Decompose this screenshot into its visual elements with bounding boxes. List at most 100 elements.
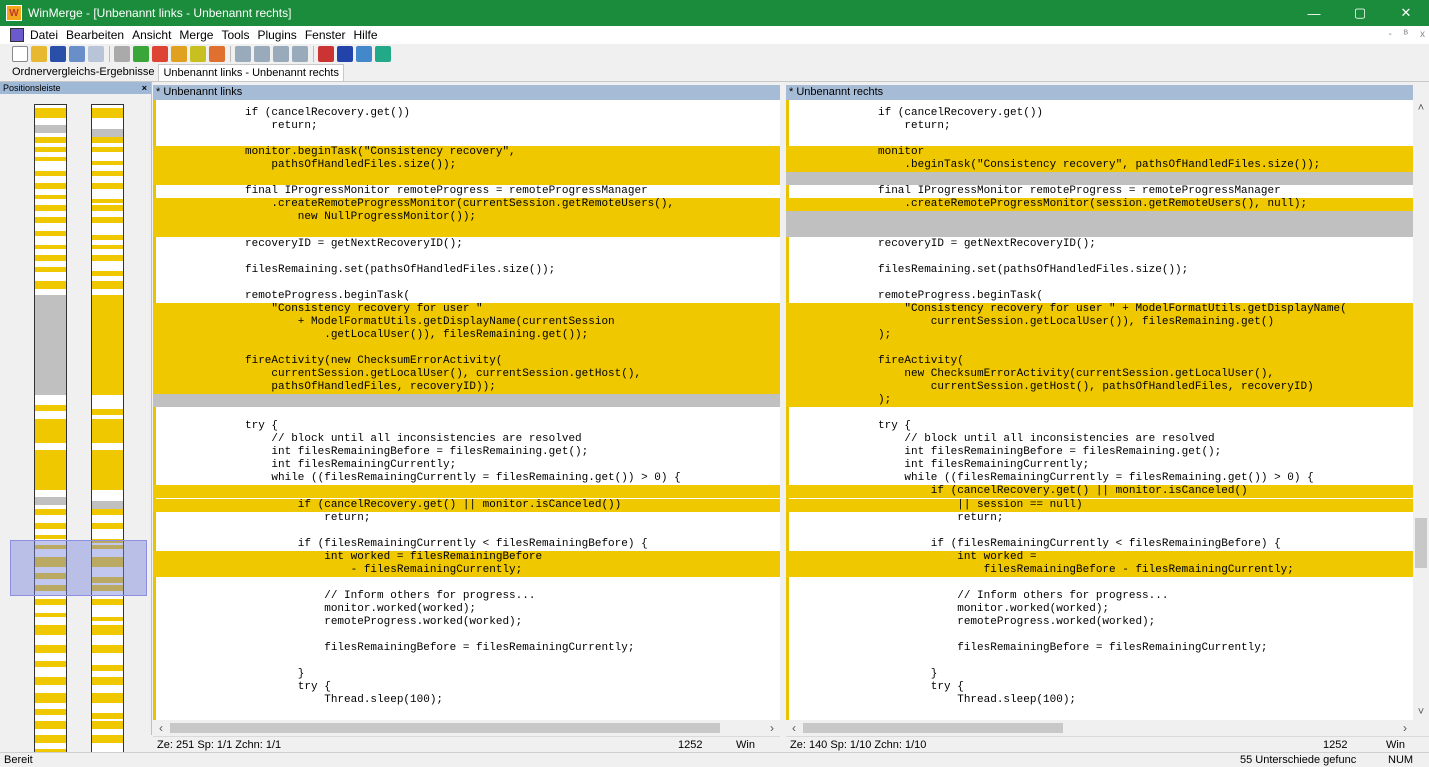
- filter-icon[interactable]: [114, 46, 130, 62]
- code-line[interactable]: if (filesRemainingCurrently < filesRemai…: [786, 538, 1413, 551]
- scroll-left-icon[interactable]: ‹: [153, 720, 169, 736]
- code-line[interactable]: return;: [786, 512, 1413, 525]
- scroll-down-icon[interactable]: ˅: [1413, 704, 1429, 720]
- code-line[interactable]: while ((filesRemainingCurrently = filesR…: [153, 472, 780, 485]
- code-line[interactable]: currentSession.getHost(), pathsOfHandled…: [786, 381, 1413, 395]
- code-line[interactable]: if (cancelRecovery.get()): [786, 107, 1413, 120]
- code-line[interactable]: remoteProgress.beginTask(: [153, 290, 780, 303]
- code-line[interactable]: [153, 577, 780, 590]
- left-horizontal-scrollbar[interactable]: ‹ ›: [153, 720, 780, 736]
- redo-icon[interactable]: [88, 46, 104, 62]
- code-line[interactable]: try {: [153, 420, 780, 433]
- scroll-right-icon[interactable]: ›: [764, 720, 780, 736]
- tab-file-compare[interactable]: Unbenannt links - Unbenannt rechts: [158, 64, 344, 81]
- prev-diff-icon[interactable]: [152, 46, 168, 62]
- code-line[interactable]: remoteProgress.worked(worked);: [786, 616, 1413, 629]
- code-line[interactable]: [786, 655, 1413, 668]
- code-line[interactable]: filesRemainingBefore = filesRemainingCur…: [786, 642, 1413, 655]
- maximize-button[interactable]: ▢: [1337, 0, 1383, 26]
- current-diff-icon[interactable]: [190, 46, 206, 62]
- left-file-pane[interactable]: * Unbenannt links if (cancelRecovery.get…: [153, 85, 780, 720]
- menu-bearbeiten[interactable]: Bearbeiten: [66, 28, 130, 42]
- code-line[interactable]: if (cancelRecovery.get() || monitor.isCa…: [153, 498, 780, 512]
- right-file-pane[interactable]: * Unbenannt rechts if (cancelRecovery.ge…: [786, 85, 1413, 720]
- code-line[interactable]: [153, 133, 780, 146]
- menu-plugins[interactable]: Plugins: [257, 28, 302, 42]
- code-line[interactable]: [153, 277, 780, 290]
- code-line[interactable]: [153, 655, 780, 668]
- code-line[interactable]: remoteProgress.worked(worked);: [153, 616, 780, 629]
- last-diff-icon[interactable]: [209, 46, 225, 62]
- code-line[interactable]: "Consistency recovery for user ": [153, 302, 780, 316]
- code-line[interactable]: int worked =: [786, 550, 1413, 564]
- left-horizontal-scroll-thumb[interactable]: [170, 723, 720, 733]
- code-line[interactable]: [786, 133, 1413, 146]
- code-line[interactable]: }: [786, 668, 1413, 681]
- code-line[interactable]: .getLocalUser()), filesRemaining.get());: [153, 328, 780, 342]
- menu-hilfe[interactable]: Hilfe: [354, 28, 384, 42]
- code-line[interactable]: [153, 629, 780, 642]
- menu-merge[interactable]: Merge: [179, 28, 219, 42]
- minimize-button[interactable]: —: [1291, 0, 1337, 26]
- code-line[interactable]: monitor.worked(worked);: [786, 603, 1413, 616]
- code-line[interactable]: if (filesRemainingCurrently < filesRemai…: [153, 538, 780, 551]
- code-line[interactable]: try {: [153, 681, 780, 694]
- code-line[interactable]: int filesRemainingBefore = filesRemainin…: [786, 446, 1413, 459]
- location-viewport[interactable]: [10, 540, 147, 596]
- code-line[interactable]: currentSession.getLocalUser(), currentSe…: [153, 368, 780, 382]
- code-line[interactable]: monitor.worked(worked);: [153, 603, 780, 616]
- new-file-icon[interactable]: [12, 46, 28, 62]
- mdi-close-button[interactable]: x: [1420, 26, 1425, 44]
- open-folder-icon[interactable]: [31, 46, 47, 62]
- menu-datei[interactable]: Datei: [30, 28, 64, 42]
- copy-right-icon[interactable]: [235, 46, 251, 62]
- right-horizontal-scrollbar[interactable]: ‹ ›: [786, 720, 1429, 736]
- code-line[interactable]: "Consistency recovery for user " + Model…: [786, 302, 1413, 316]
- code-line[interactable]: .createRemoteProgressMonitor(session.get…: [786, 198, 1413, 212]
- options-icon[interactable]: [318, 46, 334, 62]
- code-line[interactable]: filesRemaining.set(pathsOfHandledFiles.s…: [786, 264, 1413, 277]
- code-line[interactable]: if (cancelRecovery.get()): [153, 107, 780, 120]
- code-line[interactable]: recoveryID = getNextRecoveryID();: [153, 238, 780, 251]
- location-bar-left[interactable]: [34, 104, 67, 767]
- code-line[interactable]: pathsOfHandledFiles, recoveryID));: [153, 381, 780, 395]
- code-line[interactable]: [786, 341, 1413, 355]
- code-line[interactable]: int filesRemainingCurrently;: [786, 459, 1413, 472]
- code-line[interactable]: // block until all inconsistencies are r…: [153, 433, 780, 446]
- code-line[interactable]: [786, 251, 1413, 264]
- code-line[interactable]: filesRemainingBefore = filesRemainingCur…: [153, 642, 780, 655]
- code-line[interactable]: [786, 407, 1413, 420]
- right-pane-body[interactable]: if (cancelRecovery.get()) return; monitor…: [786, 100, 1413, 720]
- code-line[interactable]: [153, 341, 780, 355]
- code-line[interactable]: filesRemaining.set(pathsOfHandledFiles.s…: [153, 264, 780, 277]
- code-line[interactable]: monitor: [786, 146, 1413, 160]
- code-line[interactable]: return;: [153, 120, 780, 133]
- code-line[interactable]: || session == null): [786, 498, 1413, 512]
- code-line[interactable]: filesRemainingBefore - filesRemainingCur…: [786, 563, 1413, 577]
- right-horizontal-scroll-thumb[interactable]: [803, 723, 1063, 733]
- code-line[interactable]: try {: [786, 681, 1413, 694]
- code-line[interactable]: [153, 251, 780, 264]
- mdi-restore-button[interactable]: ᴮ: [1404, 26, 1408, 44]
- tab-folder-compare[interactable]: Ordnervergleichs-Ergebnisse: [8, 64, 158, 81]
- code-line[interactable]: [786, 577, 1413, 590]
- code-line[interactable]: monitor.beginTask("Consistency recovery"…: [153, 146, 780, 160]
- code-line[interactable]: .createRemoteProgressMonitor(currentSess…: [153, 198, 780, 212]
- code-line[interactable]: recoveryID = getNextRecoveryID();: [786, 238, 1413, 251]
- undo-icon[interactable]: [69, 46, 85, 62]
- code-line[interactable]: final IProgressMonitor remoteProgress = …: [153, 185, 780, 198]
- code-line[interactable]: // Inform others for progress...: [153, 590, 780, 603]
- mdi-minimize-button[interactable]: -: [1389, 26, 1392, 44]
- vertical-scroll-thumb[interactable]: [1415, 518, 1427, 568]
- code-line[interactable]: [786, 211, 1413, 225]
- refresh-icon[interactable]: [356, 46, 372, 62]
- copy-right-advance-icon[interactable]: [273, 46, 289, 62]
- location-bar-right[interactable]: [91, 104, 124, 767]
- code-line[interactable]: remoteProgress.beginTask(: [786, 290, 1413, 303]
- copy-left-advance-icon[interactable]: [292, 46, 308, 62]
- code-line[interactable]: [153, 224, 780, 238]
- code-line[interactable]: if (cancelRecovery.get() || monitor.isCa…: [786, 485, 1413, 499]
- code-line[interactable]: [153, 407, 780, 420]
- code-line[interactable]: [786, 629, 1413, 642]
- code-line[interactable]: return;: [153, 512, 780, 525]
